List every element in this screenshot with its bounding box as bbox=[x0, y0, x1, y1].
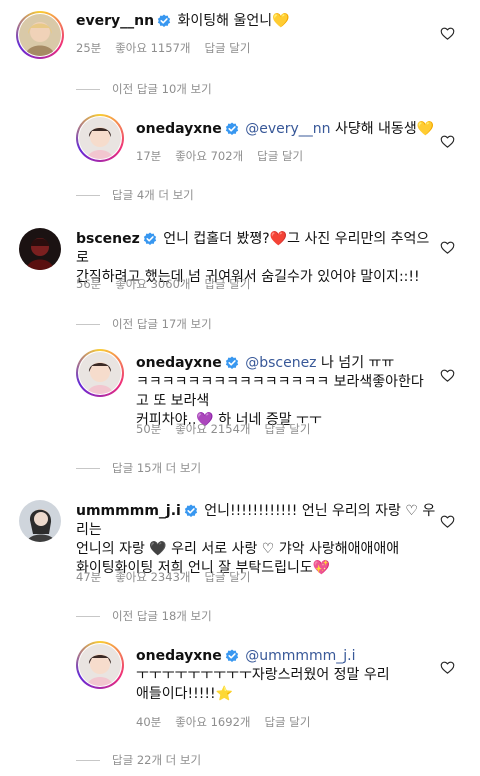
view-more-replies-link[interactable]: 답글 4개 더 보기 bbox=[76, 187, 194, 203]
comment-meta: 56분 좋아요 3060개 답글 달기 bbox=[76, 276, 264, 292]
comment-body: onedayxne @every__nn 사댱해 내동생💛 bbox=[136, 120, 436, 139]
comment-meta: 25분 좋아요 1157개 답글 달기 bbox=[76, 40, 264, 56]
comment-body: onedayxne @ummmmm_j.i ㅜㅜㅜㅜㅜㅜㅜㅜㅜ자랑스러웠어 정말… bbox=[136, 647, 436, 704]
username[interactable]: every__nn bbox=[76, 13, 154, 29]
story-ring[interactable] bbox=[76, 114, 124, 162]
like-heart-icon[interactable] bbox=[440, 26, 455, 41]
red-heart-emoji: ❤️ bbox=[269, 231, 288, 247]
reply-button[interactable]: 답글 달기 bbox=[204, 570, 250, 584]
comment-text-line2: ㅜㅜㅜㅜㅜㅜㅜㅜㅜ자랑스러웠어 정말 우리 bbox=[136, 667, 390, 683]
comment-text-line1: 나 넘기 ㅠㅠ bbox=[316, 355, 395, 371]
username[interactable]: onedayxne bbox=[136, 355, 222, 371]
comment-body: ummmmm_j.i 언니!!!!!!!!!!!! 언닌 우리의 자랑 ♡ 우리… bbox=[76, 502, 436, 578]
like-heart-icon[interactable] bbox=[440, 514, 455, 529]
sparkling-heart-emoji: 💖 bbox=[312, 560, 331, 576]
reply-button[interactable]: 답글 달기 bbox=[204, 41, 250, 55]
view-replies-link[interactable]: 이전 답글 18개 보기 bbox=[76, 608, 212, 624]
likes-count[interactable]: 좋아요 1157개 bbox=[115, 41, 190, 55]
avatar[interactable] bbox=[19, 228, 61, 270]
yellow-heart-emoji: 💛 bbox=[416, 121, 435, 137]
username[interactable]: onedayxne bbox=[136, 121, 222, 137]
comment-text-line1: 언니 컵홀더 봤쪙? bbox=[163, 231, 270, 247]
timestamp: 25분 bbox=[76, 41, 102, 55]
avatar[interactable] bbox=[79, 352, 121, 394]
timestamp: 40분 bbox=[136, 715, 162, 729]
comment-text: 사댱해 내동생 bbox=[330, 121, 417, 137]
avatar[interactable] bbox=[79, 644, 121, 686]
mention-link[interactable]: @every__nn bbox=[245, 121, 330, 137]
likes-count[interactable]: 좋아요 3060개 bbox=[115, 277, 190, 291]
verified-badge-icon bbox=[225, 356, 239, 370]
mention-link[interactable]: @bscenez bbox=[245, 355, 316, 371]
comment-text: 화이팅해 울언니 bbox=[177, 13, 273, 29]
username[interactable]: ummmmm_j.i bbox=[76, 503, 181, 519]
timestamp: 50분 bbox=[136, 422, 162, 436]
comment-text-line2: 언니의 자랑 🖤 우리 서로 사랑 ♡ 갸악 사랑해애애애애 bbox=[76, 541, 400, 557]
comment-text-line3: 애들이다!!!!! bbox=[136, 686, 216, 702]
mention-link[interactable]: @ummmmm_j.i bbox=[245, 648, 355, 664]
story-ring[interactable] bbox=[76, 641, 124, 689]
comment-meta: 17분 좋아요 702개 답글 달기 bbox=[136, 148, 317, 164]
verified-badge-icon bbox=[143, 232, 157, 246]
username[interactable]: onedayxne bbox=[136, 648, 222, 664]
verified-badge-icon bbox=[225, 649, 239, 663]
story-ring[interactable] bbox=[16, 11, 64, 59]
reply-button[interactable]: 답글 달기 bbox=[204, 277, 250, 291]
avatar[interactable] bbox=[19, 14, 61, 56]
comment-meta: 50분 좋아요 2154개 답글 달기 bbox=[136, 421, 324, 437]
reply-button[interactable]: 답글 달기 bbox=[264, 422, 310, 436]
likes-count[interactable]: 좋아요 1692개 bbox=[175, 715, 250, 729]
timestamp: 56분 bbox=[76, 277, 102, 291]
view-replies-link[interactable]: 이전 답글 17개 보기 bbox=[76, 316, 212, 332]
comments-screen: every__nn 화이팅해 울언니💛 25분 좋아요 1157개 답글 달기 이전… bbox=[0, 0, 480, 776]
avatar[interactable] bbox=[79, 117, 121, 159]
verified-badge-icon bbox=[157, 14, 171, 28]
view-more-replies-link[interactable]: 답글 15개 더 보기 bbox=[76, 460, 201, 476]
verified-badge-icon bbox=[184, 504, 198, 518]
likes-count[interactable]: 좋아요 2154개 bbox=[175, 422, 250, 436]
comment-text-line2: ㅋㅋㅋㅋㅋㅋㅋㅋㅋㅋㅋㅋㅋㅋㅋ 보라색좋아한다고 또 보라색 bbox=[136, 374, 424, 409]
view-replies-link[interactable]: 이전 답글 10개 보기 bbox=[76, 81, 212, 97]
comment-meta: 47분 좋아요 2343개 답글 달기 bbox=[76, 569, 264, 585]
avatar[interactable] bbox=[19, 500, 61, 542]
like-heart-icon[interactable] bbox=[440, 134, 455, 149]
reply-button[interactable]: 답글 달기 bbox=[257, 149, 303, 163]
username[interactable]: bscenez bbox=[76, 231, 140, 247]
view-more-replies-link[interactable]: 답글 22개 더 보기 bbox=[76, 752, 201, 768]
like-heart-icon[interactable] bbox=[440, 368, 455, 383]
comment-body: onedayxne @bscenez 나 넘기 ㅠㅠ ㅋㅋㅋㅋㅋㅋㅋㅋㅋㅋㅋㅋㅋ… bbox=[136, 354, 436, 430]
verified-badge-icon bbox=[225, 122, 239, 136]
timestamp: 47분 bbox=[76, 570, 102, 584]
reply-button[interactable]: 답글 달기 bbox=[264, 715, 310, 729]
like-heart-icon[interactable] bbox=[440, 660, 455, 675]
comment-meta: 40분 좋아요 1692개 답글 달기 bbox=[136, 714, 324, 730]
likes-count[interactable]: 좋아요 2343개 bbox=[115, 570, 190, 584]
yellow-heart-emoji: 💛 bbox=[272, 13, 290, 29]
likes-count[interactable]: 좋아요 702개 bbox=[175, 149, 243, 163]
star-emoji: ⭐ bbox=[215, 686, 234, 702]
comment-body: every__nn 화이팅해 울언니💛 bbox=[76, 12, 426, 31]
like-heart-icon[interactable] bbox=[440, 240, 455, 255]
timestamp: 17분 bbox=[136, 149, 162, 163]
story-ring[interactable] bbox=[76, 349, 124, 397]
